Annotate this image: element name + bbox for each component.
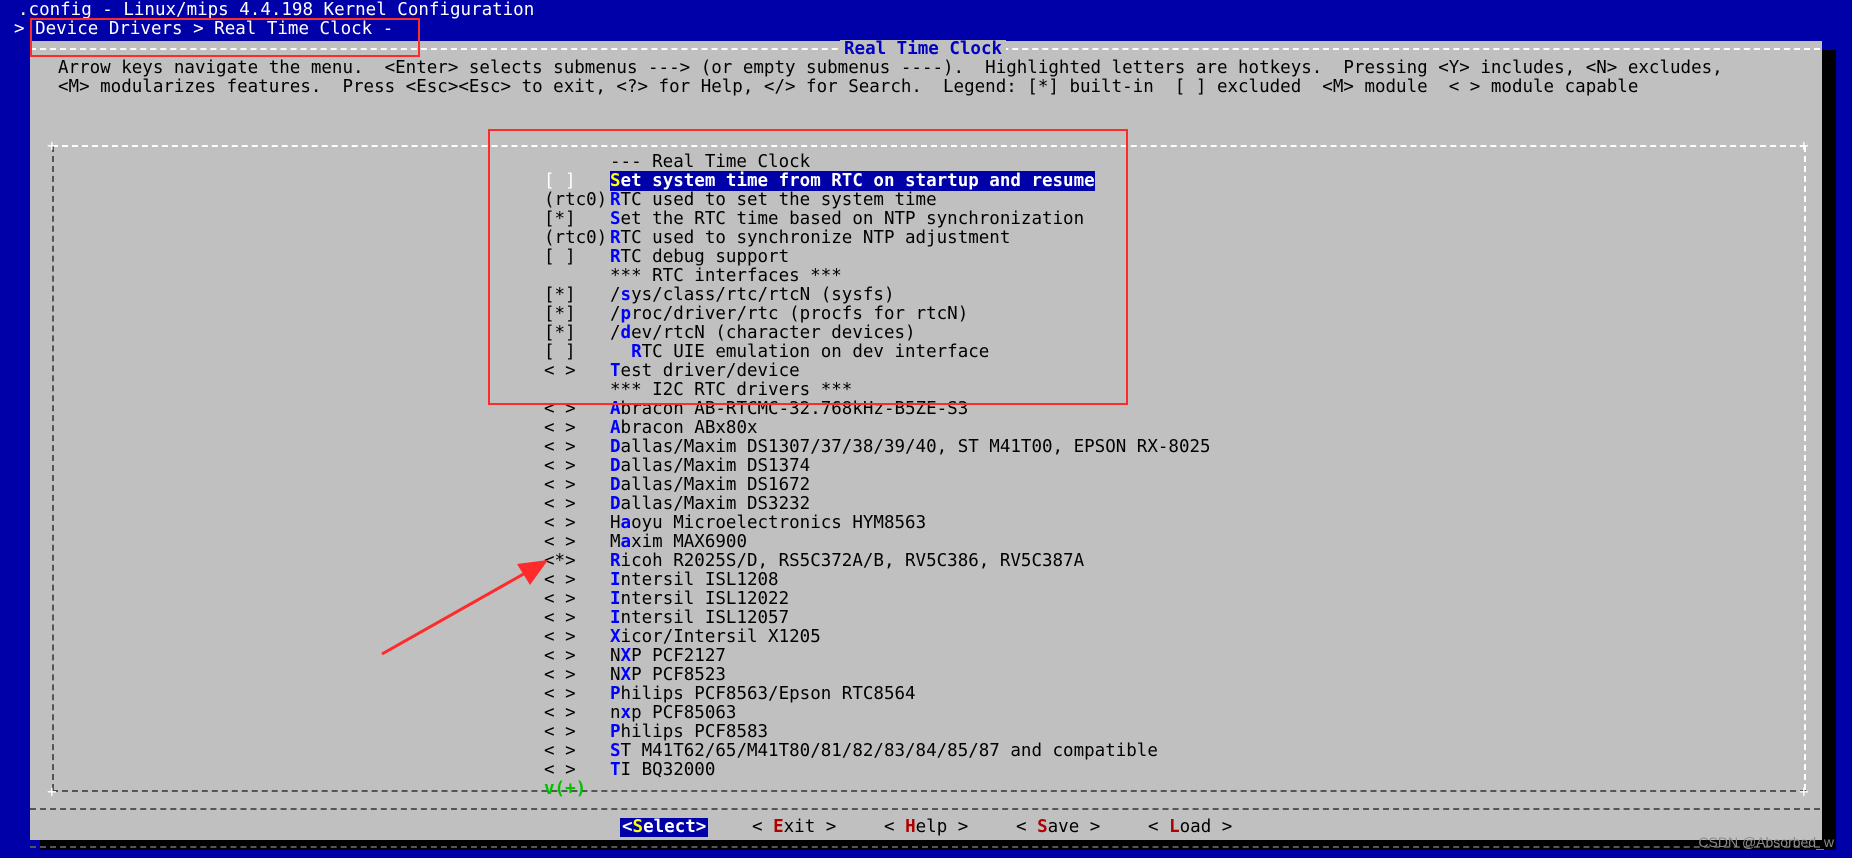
watermark: CSDN @Absorbed_w	[1698, 834, 1834, 850]
annotation-arrow-icon	[381, 560, 548, 656]
